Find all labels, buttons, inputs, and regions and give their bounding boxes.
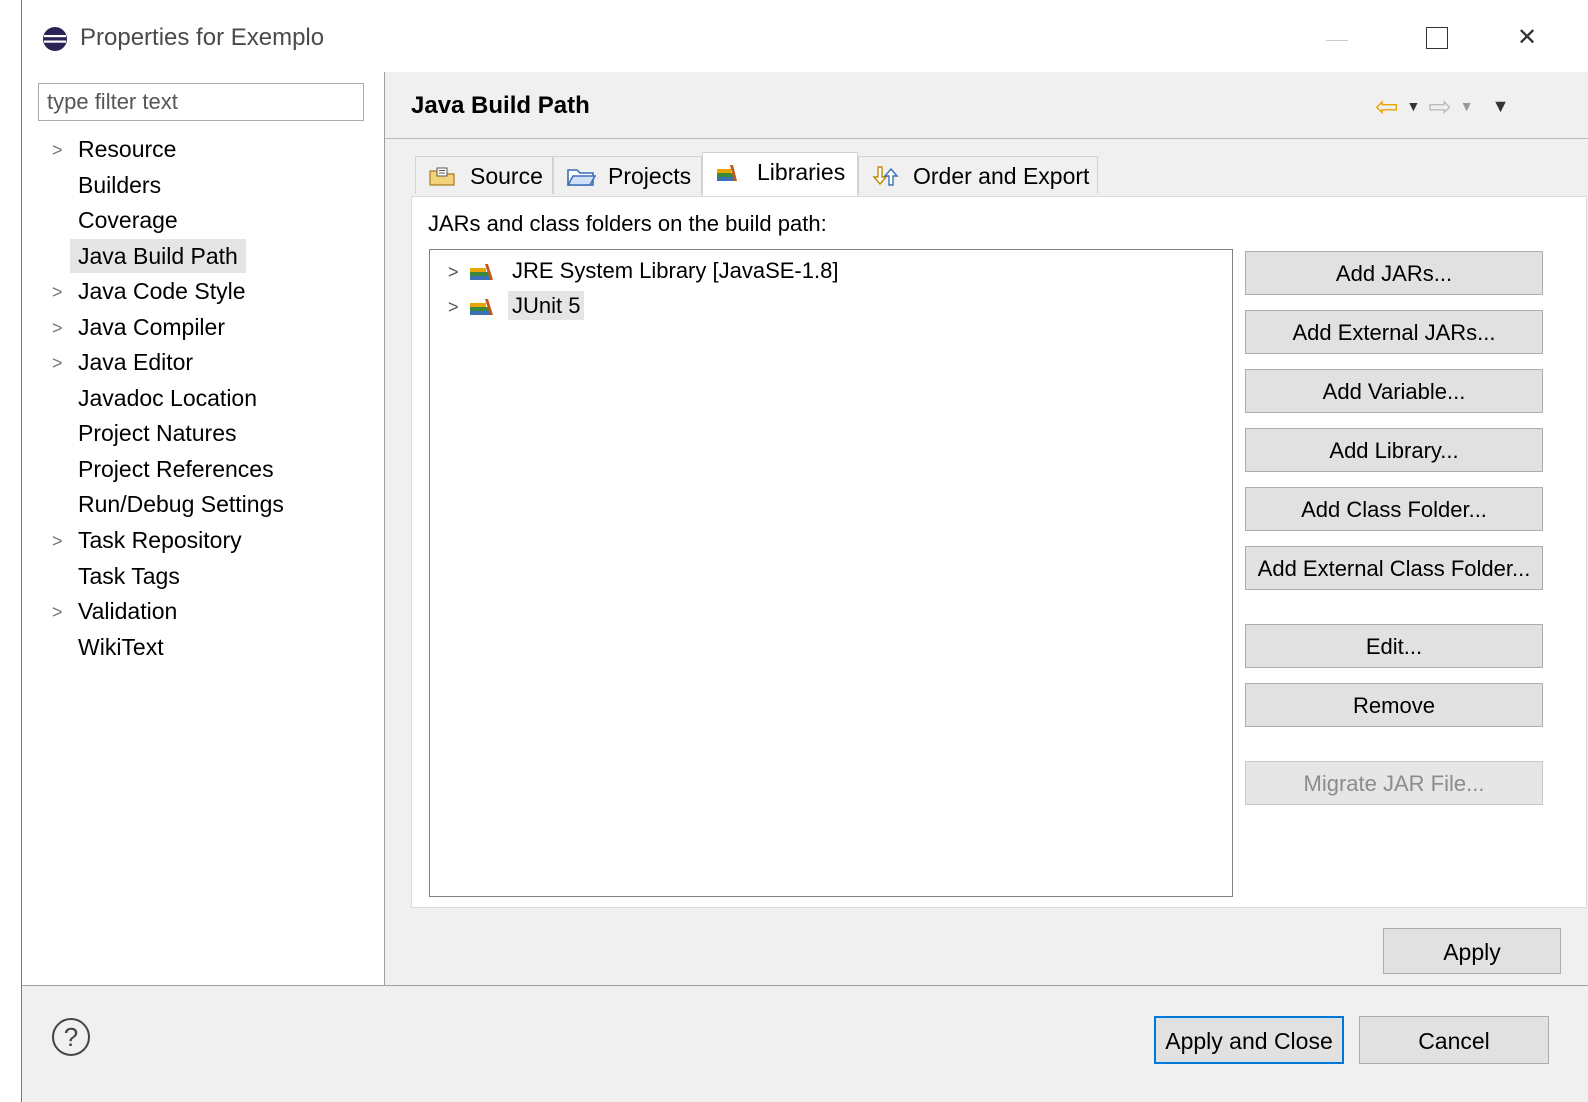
page-pane: Java Build Path ⇦ ▼ ⇨ ▼ ▼ Source Project… (385, 72, 1588, 985)
tree-item-project-natures[interactable]: Project Natures (70, 416, 245, 450)
tree-item-resource[interactable]: Resource (70, 132, 184, 166)
libraries-tab-panel: JARs and class folders on the build path… (411, 196, 1587, 908)
tab-label: Order and Export (913, 163, 1090, 189)
tab-order-and-export[interactable]: Order and Export (858, 156, 1098, 194)
chevron-right-icon[interactable]: > (52, 310, 66, 344)
back-dropdown-icon[interactable]: ▼ (1406, 98, 1420, 114)
add-variable-button[interactable]: Add Variable... (1245, 369, 1543, 413)
back-arrow-icon[interactable]: ⇦ (1375, 90, 1398, 123)
library-icon (470, 299, 493, 316)
properties-dialog: Properties for Exemplo ✕ > Resource Buil… (21, 0, 1588, 1102)
title-bar: Properties for Exemplo ✕ (22, 0, 1588, 72)
projects-folder-icon (566, 169, 596, 186)
tree-item-validation[interactable]: Validation (70, 594, 185, 628)
chevron-right-icon[interactable]: > (52, 345, 66, 379)
view-menu-icon[interactable]: ▼ (1492, 96, 1510, 117)
add-external-class-folder-button[interactable]: Add External Class Folder... (1245, 546, 1543, 590)
window-title: Properties for Exemplo (80, 24, 325, 51)
tab-label: Libraries (757, 159, 846, 185)
tab-projects[interactable]: Projects (553, 156, 702, 194)
apply-and-close-button[interactable]: Apply and Close (1154, 1016, 1344, 1064)
chevron-right-icon[interactable]: > (52, 523, 66, 557)
source-folder-icon (429, 167, 455, 186)
filter-input[interactable] (38, 83, 364, 121)
tree-item-coverage[interactable]: Coverage (70, 203, 186, 237)
chevron-right-icon[interactable]: > (52, 132, 66, 166)
tree-item-task-repository[interactable]: Task Repository (70, 523, 250, 557)
tree-item-run-debug-settings[interactable]: Run/Debug Settings (70, 487, 292, 521)
library-icon (470, 264, 493, 281)
build-path-tree[interactable]: > JRE System Library [JavaSE-1.8] > JUni… (429, 249, 1233, 897)
chevron-right-icon[interactable]: > (52, 594, 66, 628)
tab-libraries[interactable]: Libraries (702, 152, 858, 196)
apply-button[interactable]: Apply (1383, 928, 1561, 974)
jars-label: JARs and class folders on the build path… (428, 211, 827, 236)
tree-item-wikitext[interactable]: WikiText (70, 630, 172, 664)
chevron-right-icon[interactable]: > (52, 274, 66, 308)
add-class-folder-button[interactable]: Add Class Folder... (1245, 487, 1543, 531)
add-library-button[interactable]: Add Library... (1245, 428, 1543, 472)
tab-source[interactable]: Source (415, 156, 553, 194)
edit-button[interactable]: Edit... (1245, 624, 1543, 668)
tree-item-java-editor[interactable]: Java Editor (70, 345, 201, 379)
migrate-jar-button[interactable]: Migrate JAR File... (1245, 761, 1543, 805)
libraries-icon (717, 165, 737, 181)
page-title: Java Build Path (411, 92, 590, 119)
minimize-button[interactable] (1314, 18, 1360, 58)
cancel-button[interactable]: Cancel (1359, 1016, 1549, 1064)
add-jars-button[interactable]: Add JARs... (1245, 251, 1543, 295)
tree-item-java-compiler[interactable]: Java Compiler (70, 310, 233, 344)
page-nav-toolbar: ⇦ ▼ ⇨ ▼ ▼ (1375, 90, 1509, 122)
forward-arrow-icon[interactable]: ⇨ (1428, 90, 1451, 123)
remove-button[interactable]: Remove (1245, 683, 1543, 727)
tree-item-jre-system-library[interactable]: > JRE System Library [JavaSE-1.8] (448, 254, 842, 288)
tree-item-javadoc-location[interactable]: Javadoc Location (70, 381, 265, 415)
tree-item-java-build-path[interactable]: Java Build Path (70, 239, 246, 273)
tree-item-java-code-style[interactable]: Java Code Style (70, 274, 253, 308)
help-icon[interactable]: ? (52, 1018, 90, 1056)
chevron-right-icon[interactable]: > (448, 255, 468, 289)
eclipse-icon (43, 27, 67, 51)
tab-label: Source (470, 163, 543, 189)
tree-item-builders[interactable]: Builders (70, 168, 169, 202)
tab-label: Projects (608, 163, 692, 189)
chevron-right-icon[interactable]: > (448, 290, 468, 324)
tree-item-project-references[interactable]: Project References (70, 452, 282, 486)
forward-dropdown-icon[interactable]: ▼ (1460, 98, 1474, 114)
jar-label: JRE System Library [JavaSE-1.8] (512, 258, 839, 283)
add-external-jars-button[interactable]: Add External JARs... (1245, 310, 1543, 354)
category-pane: > Resource Builders Coverage Java Build … (22, 72, 385, 985)
tree-item-task-tags[interactable]: Task Tags (70, 559, 188, 593)
maximize-button[interactable] (1414, 18, 1460, 58)
tree-item-junit-5[interactable]: > JUnit 5 (448, 289, 585, 324)
footer-separator (22, 985, 1588, 986)
jar-label: JUnit 5 (508, 291, 585, 320)
close-button[interactable]: ✕ (1504, 18, 1550, 58)
background-editor-sliver (0, 0, 21, 1102)
order-export-icon (872, 166, 899, 186)
title-separator (385, 138, 1588, 139)
